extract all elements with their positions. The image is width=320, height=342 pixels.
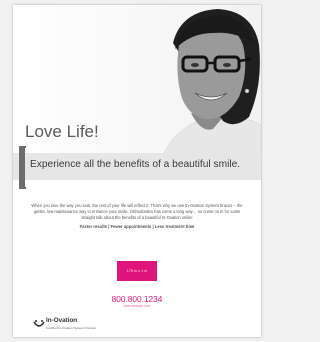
cta-box-text: 175 in x 1 in <box>126 269 148 273</box>
website-link[interactable]: www.website.com <box>13 304 261 308</box>
advertisement: Love Life! Experience all the benefits o… <box>13 5 261 337</box>
phone-number[interactable]: 800.800.1234 <box>13 294 261 304</box>
smile-logo-icon <box>33 320 45 327</box>
body-copy: When you love the way you look, the rest… <box>31 203 243 220</box>
headline: Love Life! <box>25 122 99 141</box>
logo-tagline: Certified In-Ovation System Provider <box>46 326 97 330</box>
logo-name: In-Ovation <box>46 317 78 324</box>
features-line: Faster results | Fewer appointments | Le… <box>79 224 195 229</box>
cta-box: 175 in x 1 in <box>117 261 157 281</box>
subhead: Experience all the benefits of a beautif… <box>30 159 241 170</box>
bracket-decoration <box>19 146 26 189</box>
in-ovation-logo: In-Ovation Certified In-Ovation System P… <box>33 316 123 337</box>
